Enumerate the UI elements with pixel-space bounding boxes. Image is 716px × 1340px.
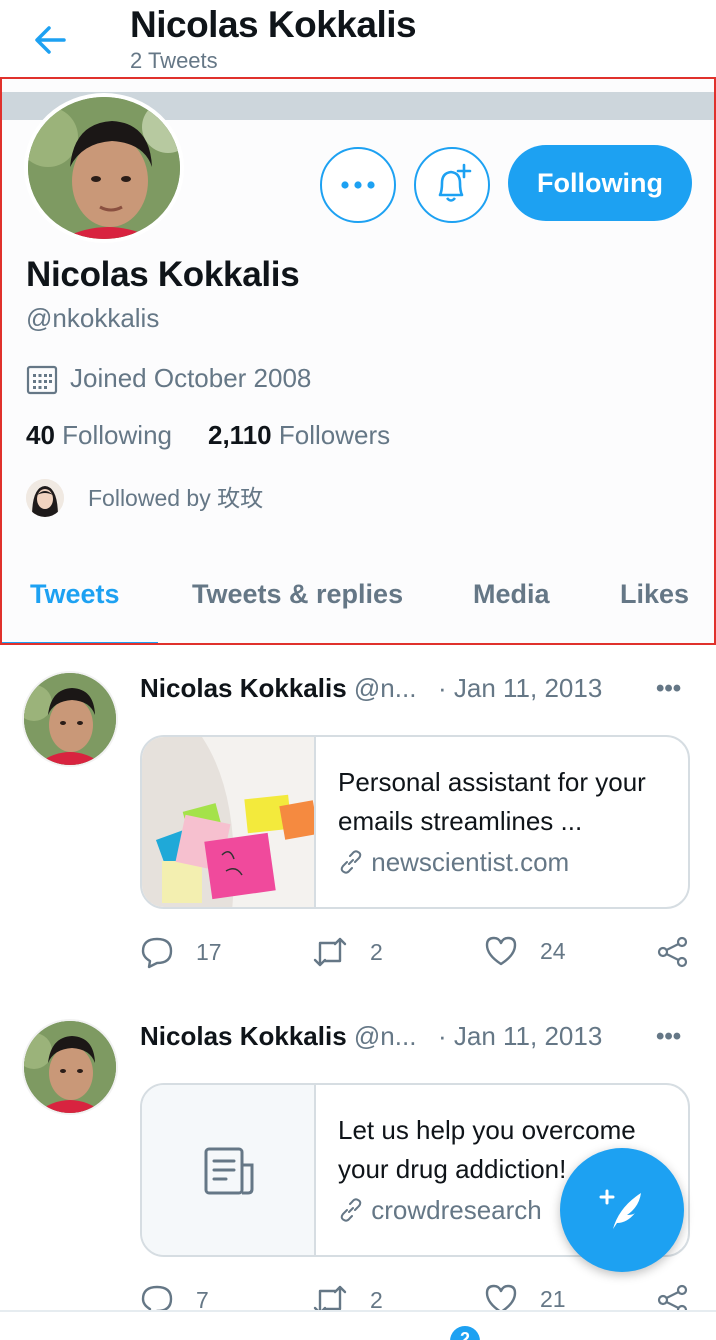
notification-badge: 2 bbox=[450, 1326, 480, 1340]
tweet-more-icon[interactable]: ••• bbox=[656, 675, 681, 703]
follow-stats: 40 Following 2,110 Followers bbox=[26, 420, 390, 451]
tab-tweets-replies[interactable]: Tweets & replies bbox=[192, 579, 403, 610]
following-label: Following bbox=[62, 420, 172, 450]
bottom-nav: 2 bbox=[0, 1310, 716, 1340]
tweet-author-name: Nicolas Kokkalis bbox=[140, 673, 347, 703]
bell-plus-icon bbox=[438, 163, 472, 202]
link-icon bbox=[340, 1198, 362, 1222]
following-button[interactable]: Following bbox=[508, 145, 692, 221]
followers-label: Followers bbox=[278, 420, 391, 450]
share-icon bbox=[657, 936, 688, 968]
tab-tweets[interactable]: Tweets bbox=[30, 579, 120, 610]
back-arrow-icon[interactable] bbox=[30, 20, 70, 60]
retweet-icon bbox=[313, 937, 347, 967]
more-icon bbox=[341, 181, 375, 189]
tweet-author-handle: @n... bbox=[353, 673, 417, 703]
followers-count: 2,110 bbox=[207, 420, 272, 450]
tweet-avatar[interactable] bbox=[22, 1019, 118, 1115]
link-icon bbox=[340, 850, 362, 874]
like-count: 24 bbox=[540, 937, 566, 964]
card-link: newscientist.com bbox=[338, 847, 569, 878]
tab-media[interactable]: Media bbox=[473, 579, 550, 610]
tab-likes[interactable]: Likes bbox=[620, 579, 689, 610]
tweet-avatar[interactable] bbox=[22, 671, 118, 767]
followers-link[interactable]: 2,110 Followers bbox=[208, 420, 390, 450]
page-title: Nicolas Kokkalis bbox=[130, 4, 417, 45]
link-card[interactable]: Personal assistant for your emails strea… bbox=[140, 735, 690, 909]
feather-plus-icon bbox=[599, 1189, 641, 1229]
profile-header: Following Nicolas Kokkalis @nkokkalis Jo… bbox=[0, 77, 716, 645]
reply-icon bbox=[141, 937, 173, 969]
card-link: crowdresearch bbox=[338, 1195, 542, 1226]
card-image bbox=[142, 737, 316, 907]
following-count: 40 bbox=[26, 420, 55, 450]
tweet-author[interactable]: Nicolas Kokkalis @n... bbox=[140, 1021, 416, 1052]
tweet-date[interactable]: · Jan 11, 2013 bbox=[438, 1021, 602, 1052]
tweet-item[interactable]: Nicolas Kokkalis @n... · Jan 11, 2013 ••… bbox=[0, 645, 716, 993]
top-bar: Nicolas Kokkalis 2 Tweets bbox=[0, 0, 716, 78]
like-button[interactable]: 24 bbox=[484, 935, 566, 967]
tweet-count: 2 Tweets bbox=[130, 48, 218, 73]
followed-by-text[interactable]: Followed by 玫玫 bbox=[88, 479, 263, 513]
follower-avatar[interactable] bbox=[26, 479, 64, 517]
following-link[interactable]: 40 Following bbox=[26, 420, 172, 450]
profile-tabs: Tweets Tweets & replies Media Likes bbox=[2, 569, 714, 643]
document-icon bbox=[204, 1147, 254, 1195]
profile-name: Nicolas Kokkalis bbox=[26, 255, 300, 294]
reply-count: 17 bbox=[196, 938, 222, 965]
profile-avatar[interactable] bbox=[24, 93, 184, 243]
share-button[interactable] bbox=[656, 935, 712, 969]
retweet-count: 2 bbox=[370, 938, 383, 965]
tweet-author[interactable]: Nicolas Kokkalis @n... bbox=[140, 673, 416, 704]
heart-icon bbox=[485, 936, 517, 966]
tweet-date[interactable]: · Jan 11, 2013 bbox=[438, 673, 602, 704]
retweet-button[interactable]: 2 bbox=[312, 935, 383, 969]
tweet-more-icon[interactable]: ••• bbox=[656, 1023, 681, 1051]
tweet-author-handle: @n... bbox=[353, 1021, 417, 1051]
like-count: 21 bbox=[540, 1285, 566, 1312]
card-placeholder bbox=[142, 1085, 316, 1255]
card-title: Personal assistant for your emails strea… bbox=[338, 767, 646, 836]
compose-tweet-button[interactable] bbox=[560, 1148, 684, 1272]
reply-button[interactable]: 17 bbox=[140, 935, 222, 969]
notifications-button[interactable] bbox=[414, 147, 490, 223]
profile-handle: @nkokkalis bbox=[26, 303, 160, 333]
tweet-actions: 17 2 24 bbox=[140, 935, 700, 975]
joined-date: Joined October 2008 bbox=[70, 363, 312, 393]
tweet-author-name: Nicolas Kokkalis bbox=[140, 1021, 347, 1051]
calendar-icon bbox=[26, 365, 58, 395]
more-options-button[interactable] bbox=[320, 147, 396, 223]
